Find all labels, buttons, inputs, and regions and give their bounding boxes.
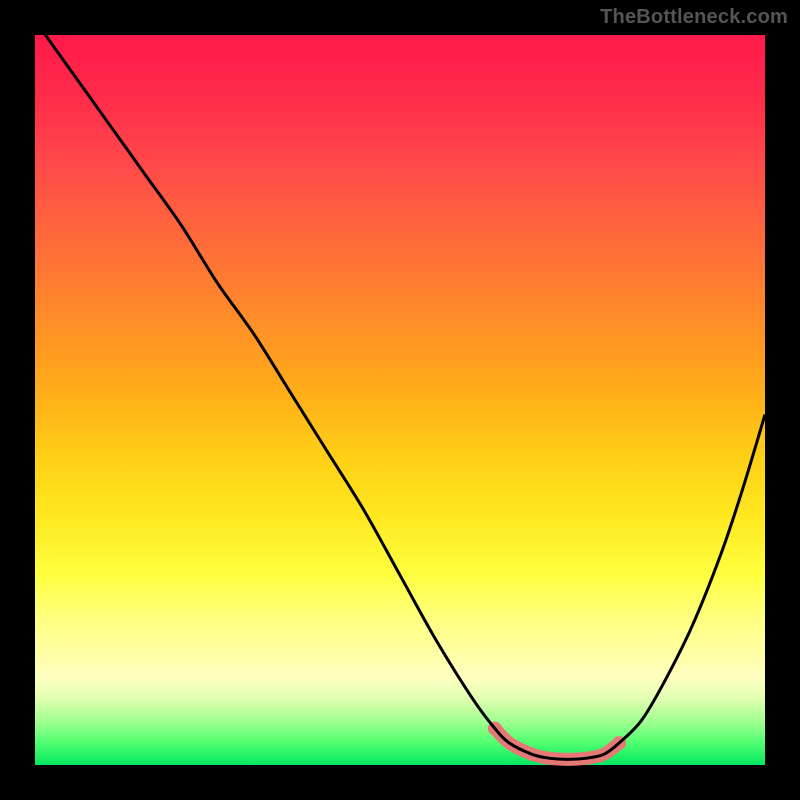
watermark-text: TheBottleneck.com bbox=[600, 6, 788, 29]
bottleneck-curve bbox=[35, 20, 765, 759]
chart-container: TheBottleneck.com bbox=[0, 0, 800, 800]
curve-svg bbox=[35, 35, 765, 765]
plot-area bbox=[35, 35, 765, 765]
